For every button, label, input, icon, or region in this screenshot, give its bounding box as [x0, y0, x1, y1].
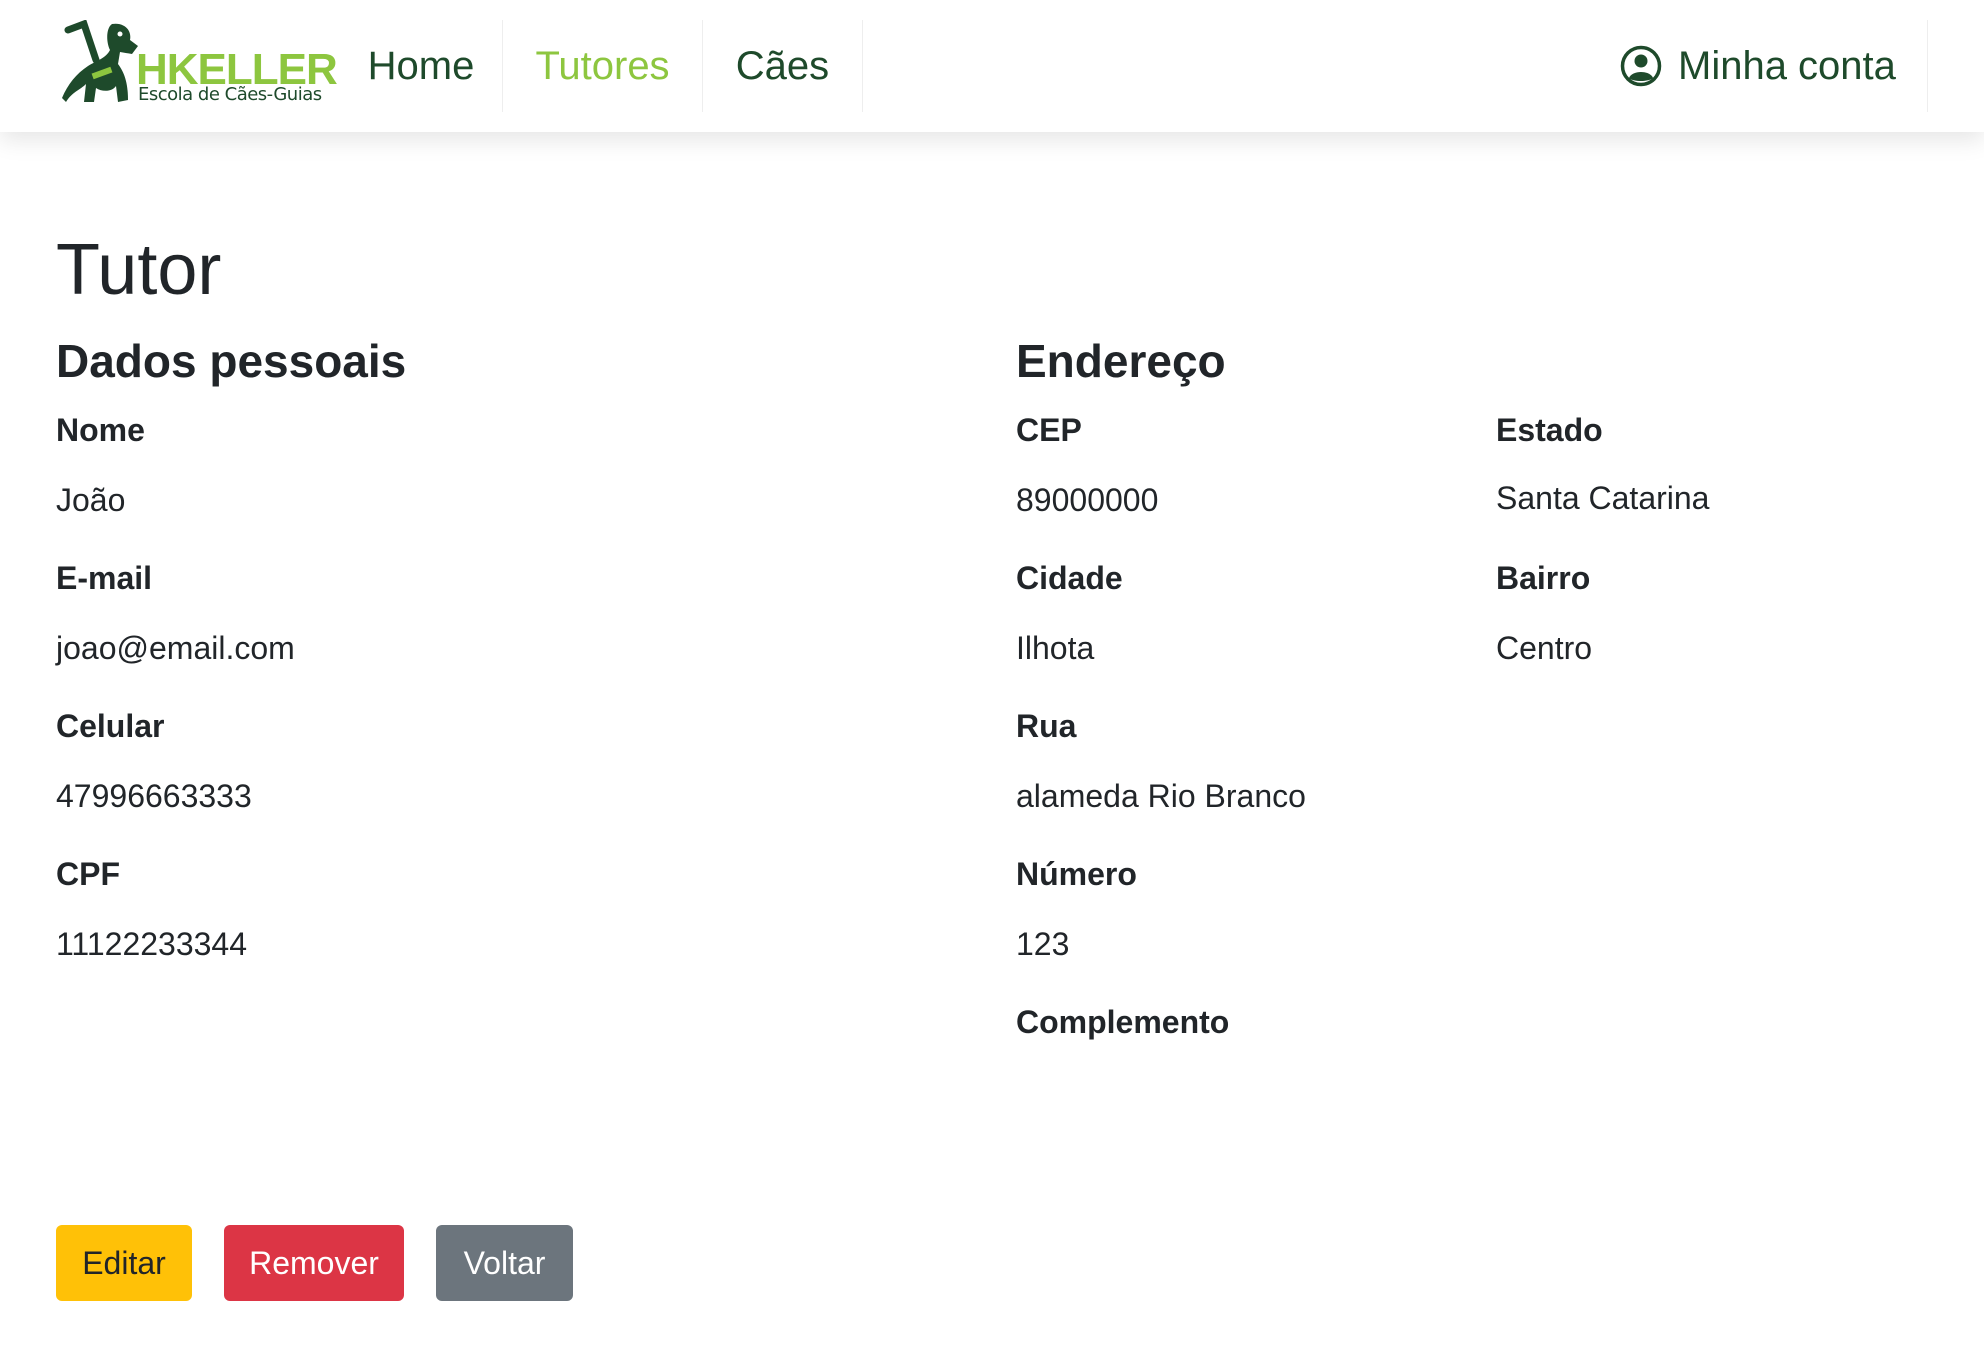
nav-tutores-link[interactable]: Tutores [503, 20, 703, 112]
bairro-value: Centro [1496, 630, 1593, 666]
cidade-value: Ilhota [1016, 630, 1095, 666]
brand-logo[interactable]: HKELLER Escola de Cães-Guias [62, 20, 338, 108]
email-label: E-mail [56, 560, 153, 596]
rua-value: alameda Rio Branco [1016, 778, 1306, 814]
user-circle-icon [1620, 45, 1662, 87]
cep-value: 89000000 [1016, 482, 1159, 518]
nav-caes-link[interactable]: Cães [703, 20, 863, 112]
remove-button[interactable]: Remover [224, 1225, 404, 1301]
address-heading: Endereço [1016, 335, 1226, 387]
email-value: joao@email.com [56, 630, 295, 666]
estado-value: Santa Catarina [1496, 480, 1710, 516]
guide-dog-icon [62, 20, 138, 103]
celular-label: Celular [56, 708, 165, 744]
celular-value: 47996663333 [56, 778, 252, 814]
nav-home-link[interactable]: Home [340, 20, 503, 112]
cep-label: CEP [1016, 412, 1082, 448]
account-menu[interactable]: Minha conta [1600, 20, 1928, 112]
nome-value: João [56, 482, 126, 518]
page-title: Tutor [56, 230, 222, 310]
estado-label: Estado [1496, 412, 1603, 448]
cpf-value: 11122233344 [56, 926, 248, 962]
nome-label: Nome [56, 412, 145, 448]
cidade-label: Cidade [1016, 560, 1123, 596]
personal-data-heading: Dados pessoais [56, 335, 407, 387]
brand-subtitle: Escola de Cães-Guias [138, 84, 322, 105]
bairro-label: Bairro [1496, 560, 1591, 596]
complemento-label: Complemento [1016, 1004, 1230, 1040]
numero-value: 123 [1016, 926, 1070, 962]
cpf-label: CPF [56, 856, 120, 892]
edit-button[interactable]: Editar [56, 1225, 192, 1301]
rua-label: Rua [1016, 708, 1077, 744]
account-label: Minha conta [1678, 43, 1896, 88]
numero-label: Número [1016, 856, 1137, 892]
back-button[interactable]: Voltar [436, 1225, 573, 1301]
top-navbar: HKELLER Escola de Cães-Guias Home Tutore… [0, 0, 1984, 132]
